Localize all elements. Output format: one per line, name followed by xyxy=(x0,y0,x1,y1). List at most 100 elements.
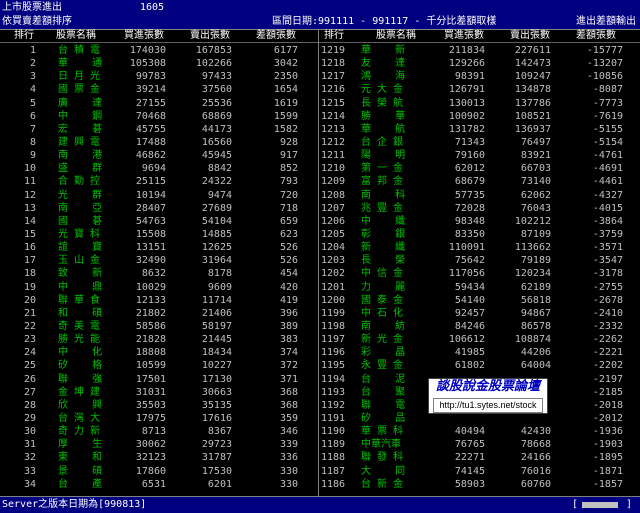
table-row[interactable]: 1199 中 石 化 92457 94867 -2410 xyxy=(319,307,637,320)
table-row[interactable]: 1211 陽 明 79160 83921 -4761 xyxy=(319,149,637,162)
row-sell-volume: 73140 xyxy=(520,176,551,188)
table-row[interactable]: 1210 第 一 金 62012 66703 -4691 xyxy=(319,162,637,175)
row-net-difference: 3042 xyxy=(273,58,298,70)
table-row[interactable]: 2 華 通 105308 102266 3042 xyxy=(0,57,318,70)
table-row[interactable]: 1206 中 纖 98348 102212 -3864 xyxy=(319,215,637,228)
table-row[interactable]: 1197 新 光 金 106612 108874 -2262 xyxy=(319,333,637,346)
row-rank: 1215 xyxy=(321,97,346,109)
table-row[interactable]: 1209 富 邦 金 68679 73140 -4461 xyxy=(319,175,637,188)
table-row[interactable]: 1216 元 大 金 126791 134878 -8087 xyxy=(319,83,637,96)
header-diff-right: 差額張數 xyxy=(576,30,616,41)
table-row[interactable]: 16 誼 寶 13151 12625 526 xyxy=(0,241,318,254)
table-row[interactable]: 19 中 鼎 10029 9609 420 xyxy=(0,281,318,294)
table-row[interactable]: 1201 力 麗 59434 62189 -2755 xyxy=(319,281,637,294)
table-row[interactable]: 17 玉 山 金 32490 31964 526 xyxy=(0,254,318,267)
row-buy-volume: 10194 xyxy=(135,189,166,201)
row-sell-volume: 94867 xyxy=(520,307,551,319)
table-row[interactable]: 1186 台 新 金 58903 60760 -1857 xyxy=(319,478,637,491)
row-buy-volume: 6531 xyxy=(141,478,166,490)
app-title: 上市股票進出 xyxy=(2,2,62,13)
row-stock-name: 光 群 xyxy=(58,189,103,201)
row-buy-volume: 68679 xyxy=(454,176,485,188)
table-row[interactable]: 30 奇 力 新 8713 8367 346 xyxy=(0,425,318,438)
table-row[interactable]: 3 日 月 光 99783 97433 2350 xyxy=(0,70,318,83)
row-stock-name: 勝 華 xyxy=(361,110,406,122)
table-row[interactable]: 1188 聯 發 科 22271 24166 -1895 xyxy=(319,451,637,464)
row-stock-name: 台 產 xyxy=(58,478,103,490)
row-net-difference: 419 xyxy=(279,294,298,306)
table-row[interactable]: 25 矽 格 10599 10227 372 xyxy=(0,359,318,372)
row-rank: 17 xyxy=(23,255,36,267)
table-row[interactable]: 31 厚 生 30062 29723 339 xyxy=(0,438,318,451)
table-row[interactable]: 5 廣 達 27155 25536 1619 xyxy=(0,97,318,110)
table-row[interactable]: 4 國 票 金 39214 37560 1654 xyxy=(0,83,318,96)
row-buy-volume: 39214 xyxy=(135,84,166,96)
header-name: 股票名稱 xyxy=(56,30,96,41)
table-row[interactable]: 1217 鴻 海 98391 109247 -10856 xyxy=(319,70,637,83)
row-rank: 26 xyxy=(23,373,36,385)
export-button[interactable]: 進出差額輸出 xyxy=(576,16,636,27)
table-row[interactable]: 1202 中 信 金 117056 120234 -3178 xyxy=(319,267,637,280)
table-row[interactable]: 20 聯 華 食 12133 11714 419 xyxy=(0,294,318,307)
row-sell-volume: 58197 xyxy=(201,320,232,332)
row-buy-volume: 21828 xyxy=(135,334,166,346)
table-row[interactable]: 27 金 坤 建 31031 30663 368 xyxy=(0,386,318,399)
table-row[interactable]: 1198 南 紡 84246 86578 -2332 xyxy=(319,320,637,333)
table-row[interactable]: 6 中 鋼 70468 68869 1599 xyxy=(0,110,318,123)
table-row[interactable]: 1214 勝 華 100902 108521 -7619 xyxy=(319,110,637,123)
table-row[interactable]: 8 建 興 電 17488 16560 928 xyxy=(0,136,318,149)
row-stock-name: 大 同 xyxy=(361,465,406,477)
table-row[interactable]: 9 南 港 46862 45945 917 xyxy=(0,149,318,162)
table-row[interactable]: 29 台 灣 大 17975 17616 359 xyxy=(0,412,318,425)
table-row[interactable]: 14 國 碁 54763 54104 659 xyxy=(0,215,318,228)
table-row[interactable]: 1196 彩 晶 41985 44206 -2221 xyxy=(319,346,637,359)
table-row[interactable]: 18 致 新 8632 8178 454 xyxy=(0,267,318,280)
table-row[interactable]: 1205 彰 銀 83350 87109 -3759 xyxy=(319,228,637,241)
table-row[interactable]: 1219 華 新 211834 227611 -15777 xyxy=(319,44,637,57)
row-rank: 1196 xyxy=(321,347,346,359)
table-row[interactable]: 24 中 化 18808 18434 374 xyxy=(0,346,318,359)
forum-url[interactable]: http://tu1.sytes.net/stock xyxy=(433,398,543,413)
row-buy-volume: 8632 xyxy=(141,268,166,280)
table-row[interactable]: 1212 台 企 銀 71343 76497 -5154 xyxy=(319,136,637,149)
table-row[interactable]: 1213 華 航 131782 136937 -5155 xyxy=(319,123,637,136)
table-row[interactable]: 1 台 積 電 174030 167853 6177 xyxy=(0,44,318,57)
table-row[interactable]: 1218 友 達 129266 142473 -13207 xyxy=(319,57,637,70)
row-net-difference: 6177 xyxy=(273,45,298,56)
forum-watermark: 談股說金股票論壇 http://tu1.sytes.net/stock xyxy=(428,378,548,414)
table-row[interactable]: 1187 大 同 74145 76016 -1871 xyxy=(319,465,637,478)
table-row[interactable]: 1208 南 科 57735 62062 -4327 xyxy=(319,189,637,202)
table-row[interactable]: 33 景 碩 17860 17530 330 xyxy=(0,465,318,478)
table-row[interactable]: 13 南 亞 28407 27689 718 xyxy=(0,202,318,215)
table-row[interactable]: 12 光 群 10194 9474 720 xyxy=(0,189,318,202)
table-row[interactable]: 23 勝 光 能 21828 21445 383 xyxy=(0,333,318,346)
table-row[interactable]: 1203 長 榮 75642 79189 -3547 xyxy=(319,254,637,267)
table-row[interactable]: 28 欣 興 35503 35135 368 xyxy=(0,399,318,412)
table-row[interactable]: 32 東 和 32123 31787 336 xyxy=(0,451,318,464)
table-row[interactable]: 15 光 寶 科 15508 14885 623 xyxy=(0,228,318,241)
table-row[interactable]: 1204 新 纖 110091 113662 -3571 xyxy=(319,241,637,254)
table-row[interactable]: 21 和 碩 21802 21406 396 xyxy=(0,307,318,320)
row-sell-volume: 45945 xyxy=(201,150,232,162)
row-buy-volume: 46862 xyxy=(135,150,166,162)
row-sell-volume: 11714 xyxy=(201,294,232,306)
row-sell-volume: 87109 xyxy=(520,228,551,240)
table-row[interactable]: 11 合 勤 控 25115 24322 793 xyxy=(0,175,318,188)
row-buy-volume: 54140 xyxy=(454,294,485,306)
table-row[interactable]: 34 台 產 6531 6201 330 xyxy=(0,478,318,491)
row-sell-volume: 60760 xyxy=(520,478,551,490)
row-sell-volume: 21406 xyxy=(201,307,232,319)
table-row[interactable]: 22 奇 美 電 58586 58197 389 xyxy=(0,320,318,333)
table-row[interactable]: 1215 長 榮 航 130013 137786 -7773 xyxy=(319,97,637,110)
table-row[interactable]: 1200 國 泰 金 54140 56818 -2678 xyxy=(319,294,637,307)
table-row[interactable]: 1207 兆 豐 金 72028 76043 -4015 xyxy=(319,202,637,215)
table-row[interactable]: 26 聯 強 17501 17130 371 xyxy=(0,373,318,386)
table-row[interactable]: 10 盛 群 9694 8842 852 xyxy=(0,162,318,175)
table-row[interactable]: 1189 中華汽車 76765 78668 -1903 xyxy=(319,438,637,451)
table-row[interactable]: 7 宏 碁 45755 44173 1582 xyxy=(0,123,318,136)
table-row[interactable]: 1190 華 票 科 40494 42430 -1936 xyxy=(319,425,637,438)
row-sell-volume: 8178 xyxy=(207,268,232,280)
row-sell-volume: 54104 xyxy=(201,215,232,227)
table-row[interactable]: 1195 永 豐 金 61802 64004 -2202 xyxy=(319,359,637,372)
row-net-difference: -7773 xyxy=(592,97,623,109)
